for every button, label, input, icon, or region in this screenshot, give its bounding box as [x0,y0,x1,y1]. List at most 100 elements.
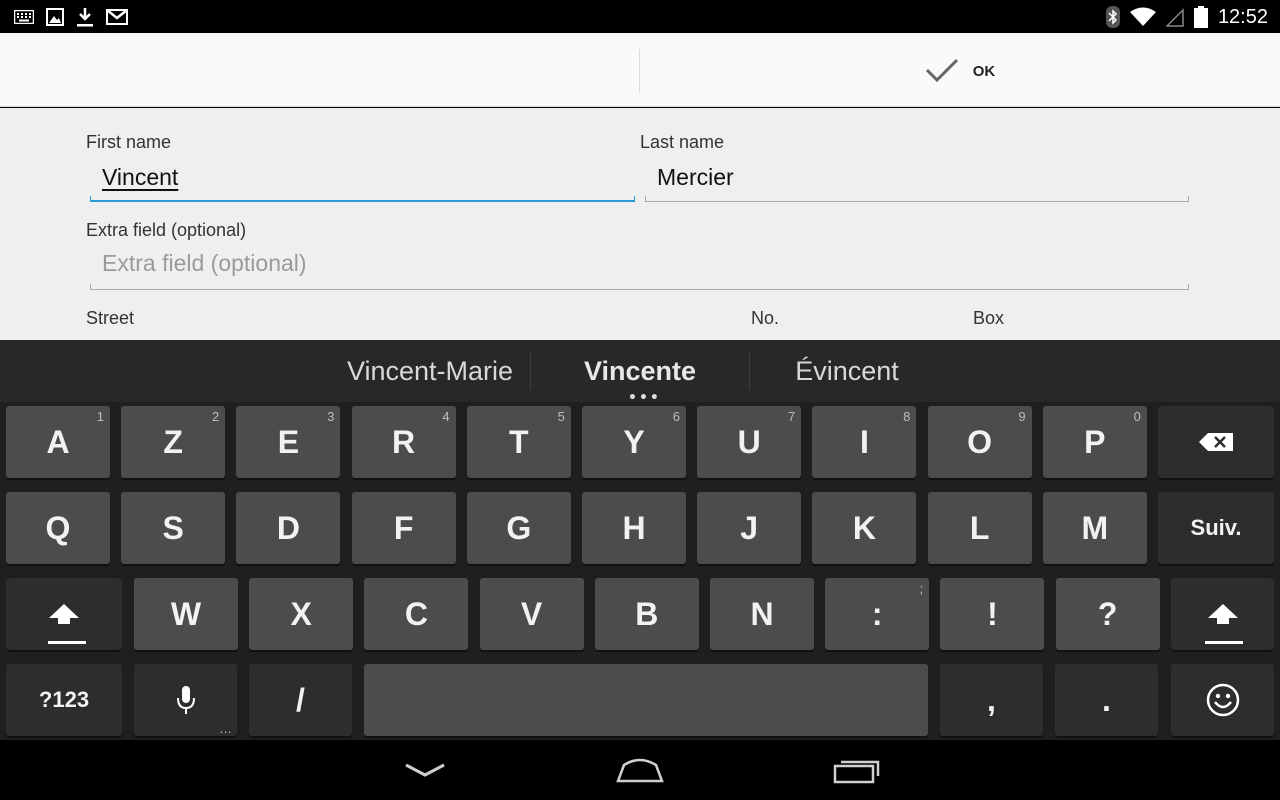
key-label: I [859,423,869,460]
back-button[interactable] [380,740,470,800]
street-label: Street [86,308,135,328]
checkmark-icon [925,58,958,83]
shift-key-right[interactable] [1171,578,1274,650]
key-q[interactable]: Q [6,492,110,564]
key-u[interactable]: U7 [697,406,802,478]
suggestion-left[interactable]: Vincent-Marie [330,340,530,402]
key-e[interactable]: E3 [236,406,341,478]
key-hint: 4 [442,409,450,424]
key-label: A [46,423,70,460]
key-p[interactable]: P0 [1042,406,1147,478]
key-y[interactable]: Y6 [582,406,686,478]
ok-button[interactable]: OK [640,33,1280,107]
key-symbol[interactable]: ! [940,578,1045,650]
recents-icon [833,760,880,784]
key-label: K [852,509,876,546]
key-o[interactable]: O9 [927,406,1032,478]
key-w[interactable]: W [134,578,238,650]
key-c[interactable]: C [364,578,469,650]
voice-input-key[interactable]: … [134,664,237,736]
key-hint: 5 [557,409,565,424]
key-label: R [392,423,416,460]
microphone-icon [176,686,195,714]
key-hint: 9 [1018,409,1026,424]
key-n[interactable]: N [710,578,814,650]
key-label: W [170,595,202,632]
extra-field[interactable] [90,242,1189,290]
key-x[interactable]: X [249,578,354,650]
key-hint: 6 [672,409,680,424]
key-hint: 3 [327,409,335,424]
key-h[interactable]: H [582,492,686,564]
first-name-label: First name [86,132,172,152]
box-label: Box [973,308,1005,328]
gmail-icon [106,9,128,25]
suggestion-right[interactable]: Évincent [749,340,945,402]
first-name-underline [90,196,635,202]
symbols-key[interactable]: ?123 [6,664,122,736]
key-t[interactable]: T5 [466,406,571,478]
key-label: ! [987,595,998,632]
key-a[interactable]: A1 [6,406,110,478]
key-label: Q [45,509,71,546]
ok-label: OK [972,63,996,80]
status-system: 12:52 [1105,4,1268,30]
action-bar: OK [0,33,1280,107]
key-hint: 1 [96,409,104,424]
key-label: S [162,509,184,546]
key-hint: 7 [787,409,796,424]
key-g[interactable]: G [466,492,571,564]
key-i[interactable]: I8 [812,406,917,478]
key-j[interactable]: J [697,492,802,564]
extra-field-underline [90,284,1189,290]
signal-icon [1165,8,1184,27]
key-l[interactable]: L [927,492,1032,564]
key-label: P [1084,423,1106,460]
key-label: T [509,423,529,460]
key-label: : [871,595,883,632]
key-label: M [1081,509,1109,546]
emoji-key[interactable] [1171,664,1274,736]
key-m[interactable]: M [1042,492,1147,564]
key-k[interactable]: K [812,492,917,564]
number-label: No. [751,308,780,328]
key-f[interactable]: F [351,492,456,564]
key-d[interactable]: D [236,492,341,564]
key-label: B [635,595,659,632]
key-symbol[interactable]: :; [825,578,930,650]
key-symbol[interactable]: ? [1055,578,1160,650]
key-label: E [277,423,300,460]
clock: 12:52 [1217,5,1268,28]
last-name-field[interactable]: Mercier [645,154,1189,202]
key-r[interactable]: R4 [351,406,456,478]
key-label: O [967,423,993,460]
shift-key-left[interactable] [6,578,122,650]
extra-field-input[interactable] [102,250,1177,277]
next-key[interactable]: Suiv. [1158,492,1274,564]
key-s[interactable]: S [121,492,226,564]
comma-key[interactable]: , [940,664,1043,736]
status-bar: 12:52 [0,0,1280,33]
key-label: F [393,509,414,546]
key-z[interactable]: Z2 [121,406,226,478]
key-label: N [750,595,774,632]
key-label: Y [623,423,645,460]
slash-key[interactable]: / [249,664,352,736]
key-v[interactable]: V [479,578,584,650]
shift-icon [1207,604,1238,624]
extra-field-label: Extra field (optional) [86,220,247,240]
soft-keyboard: Vincent-Marie Vincente Évincent ••• A1Z2… [0,340,1280,740]
space-key[interactable] [364,664,928,736]
backspace-key[interactable] [1158,406,1274,478]
back-icon [405,763,445,777]
first-name-field[interactable]: Vincent [90,154,635,202]
contact-form: First name Vincent Last name Mercier Ext… [0,108,1280,340]
home-button[interactable] [595,740,685,800]
emoji-icon [1206,683,1239,717]
bluetooth-icon [1105,6,1120,28]
key-label: U [737,423,761,460]
key-b[interactable]: B [594,578,699,650]
period-key[interactable]: . [1055,664,1158,736]
recents-button[interactable] [812,740,902,800]
key-hint: 2 [211,409,220,424]
